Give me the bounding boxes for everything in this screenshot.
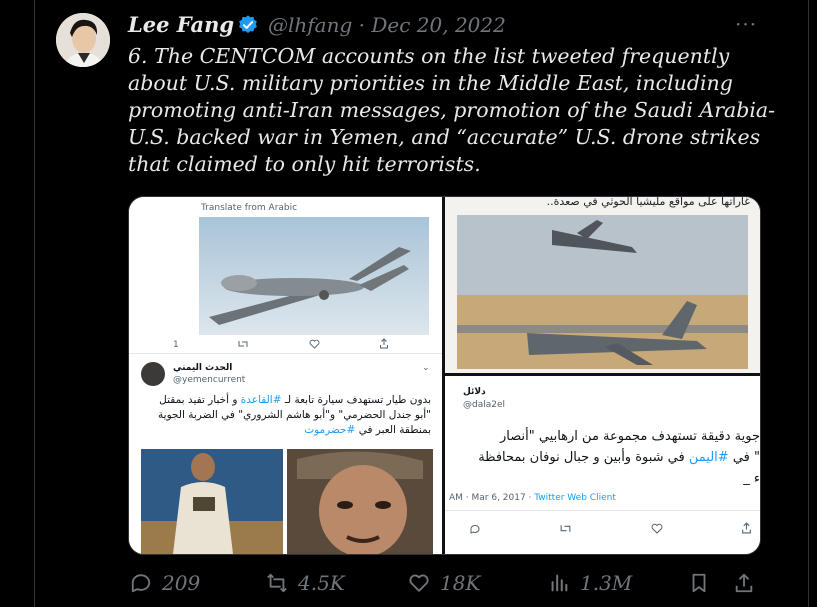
media-grid[interactable]: Translate from Arabic 1 الحدث اليمني @ye… (128, 196, 761, 555)
like-button[interactable]: 18K (408, 568, 480, 598)
retweet-icon[interactable] (237, 339, 249, 349)
account-name[interactable]: الحدث اليمني (173, 363, 232, 373)
like-icon[interactable] (309, 339, 320, 349)
reply-count[interactable]: 1 (173, 340, 179, 350)
retweet-count: 4.5K (298, 571, 345, 595)
heart-icon (409, 574, 429, 592)
translate-label: Translate from Arabic (201, 203, 298, 213)
media-panel-drone-tweet[interactable]: Translate from Arabic 1 الحدث اليمني @ye… (129, 197, 445, 554)
views-button[interactable]: 1.3M (548, 568, 632, 598)
avatar-image (56, 13, 110, 67)
media-panel-jets-photo[interactable]: غاراتها على مواقع مليشيا الحوثي في صعدة.… (445, 197, 760, 376)
militant-photo-right (287, 449, 433, 554)
jets-caption: غاراتها على مواقع مليشيا الحوثي في صعدة.… (546, 197, 750, 208)
bookmark-button[interactable] (688, 568, 720, 598)
client-link[interactable]: Twitter Web Client (534, 493, 616, 503)
reply-count: 209 (162, 571, 201, 595)
fighter-jets-photo (457, 215, 748, 369)
timeline-border-left (34, 0, 35, 607)
tweet-timestamp: AM · Mar 6, 2017 · Twitter Web Client (449, 493, 616, 503)
account-avatar[interactable] (141, 362, 165, 386)
account-handle[interactable]: @dala2el (463, 400, 505, 410)
retweet-button[interactable]: 4.5K (266, 568, 345, 598)
verified-badge-icon (239, 15, 257, 33)
arabic-line-2: " في #اليمن في شبوة وأبين و جبال نوفان ب… (445, 447, 760, 468)
like-count: 18K (440, 571, 481, 595)
arabic-line-3: ء _ (743, 471, 760, 486)
arabic-line-2-prefix: " في (732, 450, 760, 465)
avatar[interactable] (56, 13, 110, 67)
account-name[interactable]: دلائل (463, 387, 486, 397)
arabic-tweet-body: بدون طيار تستهدف سيارة تابعة لـ #القاعدة… (141, 393, 431, 438)
account-handle[interactable]: @yemencurrent (173, 375, 245, 385)
share-icon[interactable] (741, 522, 752, 534)
views-count: 1.3M (580, 571, 633, 595)
tweet-text: 6. The CENTCOM accounts on the list twee… (128, 44, 776, 176)
reply-icon (131, 574, 151, 593)
drone-photo (199, 217, 429, 335)
tweet-action-bar: 209 4.5K 18K 1.3M (128, 568, 768, 598)
more-options-icon[interactable]: ··· (735, 12, 757, 36)
arabic-line-2-suffix: في شبوة وأبين و جبال نوفان بمحافظة (478, 450, 685, 465)
hashtag-qaeda[interactable]: #القاعدة (241, 394, 282, 406)
timeline-border-right (808, 0, 809, 607)
militant-photo-left (141, 449, 283, 554)
author-name[interactable]: Lee Fang (128, 12, 234, 37)
arabic-tweet-body: جوية دقيقة تستهدف مجموعة من ارهابيي "أنص… (445, 426, 760, 489)
chevron-down-icon[interactable]: ⌄ (422, 363, 430, 373)
retweet-icon[interactable] (559, 523, 572, 534)
bookmark-icon (692, 573, 706, 593)
reply-icon[interactable] (469, 523, 481, 535)
timestamp-text: AM · Mar 6, 2017 · (449, 493, 535, 503)
retweet-icon (267, 573, 287, 593)
share-button[interactable] (733, 568, 765, 598)
views-chart-icon (551, 574, 568, 592)
arabic-line-1: جوية دقيقة تستهدف مجموعة من ارهابيي "أنص… (499, 429, 760, 444)
hashtag-yemen[interactable]: #اليمن (689, 450, 729, 465)
hashtag-hadramout[interactable]: #حضرموت (304, 424, 355, 436)
like-icon[interactable] (651, 523, 663, 534)
share-icon[interactable] (379, 338, 389, 349)
media-panel-dala2el-tweet[interactable]: دلائل @dala2el جوية دقيقة تستهدف مجموعة … (445, 376, 760, 554)
reply-button[interactable]: 209 (130, 568, 200, 598)
author-handle-date[interactable]: @lhfang · Dec 20, 2022 (268, 13, 506, 37)
share-icon (735, 573, 753, 593)
arabic-body-prefix: بدون طيار تستهدف سيارة تابعة لـ (284, 394, 431, 406)
